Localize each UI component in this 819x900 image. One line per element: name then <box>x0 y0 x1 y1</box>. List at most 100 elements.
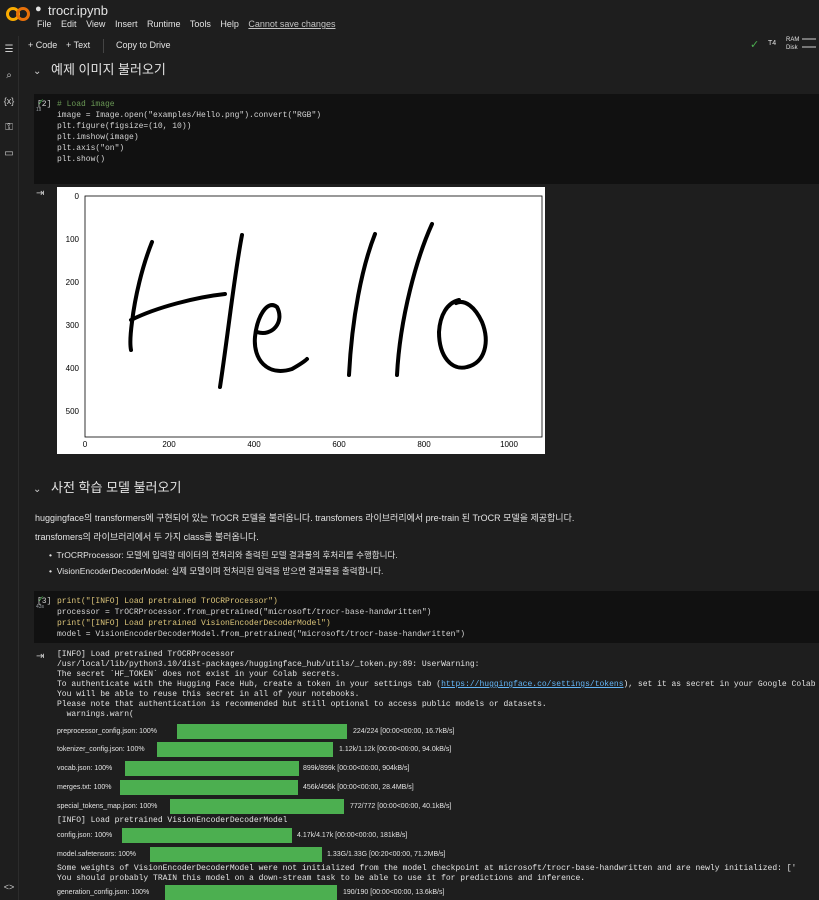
progress-bar-fill <box>165 885 337 900</box>
x-tick-labels: 0 200 400 600 800 1000 <box>83 440 519 449</box>
chevron-down-icon[interactable]: ⌄ <box>33 66 51 77</box>
paragraph-1: huggingface의 transformers에 구현되어 있는 TrOCR… <box>35 513 575 523</box>
left-sidebar: ☰ ⌕ {x} ⚿ ▭ <> <box>0 36 19 900</box>
code-line: print("[INFO] Load pretrained TrOCRProce… <box>57 597 278 606</box>
output-line: You should probably TRAIN this model on … <box>57 874 586 883</box>
x-tick: 800 <box>417 440 431 449</box>
output-line: Some weights of VisionEncoderDecoderMode… <box>57 864 797 873</box>
section-heading-2[interactable]: ⌄ 사전 학습 모델 불러오기 <box>33 477 181 496</box>
app-header: ● trocr.ipynb File Edit View Insert Runt… <box>0 0 819 34</box>
code-line: model = VisionEncoderDecoderModel.from_p… <box>57 630 466 639</box>
menu-edit[interactable]: Edit <box>61 19 77 29</box>
output-toggle-icon[interactable]: ⇥ <box>36 188 44 199</box>
cell-3-code[interactable]: print("[INFO] Load pretrained TrOCRProce… <box>57 596 465 640</box>
files-folder-icon[interactable]: ▭ <box>3 148 15 160</box>
output-line: [INFO] Load pretrained TrOCRProcessor <box>57 650 235 659</box>
hf-tokens-link[interactable]: https://huggingface.co/settings/tokens <box>441 680 623 689</box>
plot-axes-frame <box>84 195 543 438</box>
menu-insert[interactable]: Insert <box>115 19 138 29</box>
menu-runtime[interactable]: Runtime <box>147 19 181 29</box>
runtime-type[interactable]: T4 <box>768 40 776 47</box>
progress-config-json: config.json: 100% 4.17k/4.17k [00:00<00:… <box>57 828 757 843</box>
x-tick: 1000 <box>500 440 518 449</box>
y-tick: 400 <box>66 364 80 373</box>
add-code-button[interactable]: + Code <box>28 40 57 50</box>
menu-view[interactable]: View <box>86 19 105 29</box>
progress-bar-fill <box>177 724 347 739</box>
code-cell-2[interactable]: ✓ 1s [2] # Load image image = Image.open(… <box>34 94 819 184</box>
resource-monitor[interactable]: RAM Disk <box>786 36 799 52</box>
progress-bar-fill <box>170 799 344 814</box>
colab-logo-icon[interactable] <box>6 6 30 22</box>
code-line: print("[INFO] Load pretrained VisionEnco… <box>57 619 331 628</box>
table-of-contents-icon[interactable]: ☰ <box>3 44 15 56</box>
progress-bar-fill <box>125 761 299 776</box>
progress-bar-fill <box>120 780 298 795</box>
y-tick: 300 <box>66 321 80 330</box>
code-snippets-icon[interactable]: <> <box>3 882 15 894</box>
toolbar-divider <box>103 39 104 53</box>
paragraph-2: transfomers의 라이브러리에서 두 가지 class를 불러옵니다. <box>35 532 259 542</box>
progress-special-tokens: special_tokens_map.json: 100% 772/772 [0… <box>57 799 757 814</box>
menu-help[interactable]: Help <box>220 19 239 29</box>
menu-tools[interactable]: Tools <box>190 19 211 29</box>
copy-to-drive-button[interactable]: Copy to Drive <box>116 40 171 50</box>
menu-bar: File Edit View Insert Runtime Tools Help… <box>37 19 342 29</box>
connected-check-icon: ✓ <box>750 39 760 51</box>
y-tick: 0 <box>75 192 80 201</box>
x-tick: 400 <box>247 440 261 449</box>
output-line: You will be able to reuse this secret in… <box>57 690 360 699</box>
code-line: processor = TrOCRProcessor.from_pretrain… <box>57 608 432 617</box>
progress-tokenizer-config: tokenizer_config.json: 100% 1.12k/1.12k … <box>57 742 757 757</box>
github-icon: ● <box>35 3 42 15</box>
section-heading-1[interactable]: ⌄ 예제 이미지 불러오기 <box>33 59 166 78</box>
cell-3-output-text-2: Some weights of VisionEncoderDecoderMode… <box>57 864 819 884</box>
y-tick: 100 <box>66 235 80 244</box>
bullet-visionencoderdecoder: • VisionEncoderDecoderModel: 실제 모델이며 전처리… <box>49 566 384 576</box>
code-line: plt.axis("on") <box>57 144 125 153</box>
output-line: /usr/local/lib/python3.10/dist-packages/… <box>57 660 480 669</box>
output-line: [INFO] Load pretrained VisionEncoderDeco… <box>57 816 288 825</box>
code-cell-3[interactable]: ✓ 43s [3] print("[INFO] Load pretrained … <box>34 591 819 643</box>
cell-3-output-text: [INFO] Load pretrained TrOCRProcessor/us… <box>57 650 819 720</box>
image-plot: 0 200 400 600 800 1000 0 100 200 300 400… <box>57 187 545 454</box>
x-tick: 0 <box>83 440 88 449</box>
menu-file[interactable]: File <box>37 19 52 29</box>
progress-generation-config: generation_config.json: 100% 190/190 [00… <box>57 885 757 900</box>
code-line: image = Image.open("examples/Hello.png")… <box>57 111 322 120</box>
output-toggle-icon[interactable]: ⇥ <box>36 651 44 662</box>
y-tick-labels: 0 100 200 300 400 500 <box>66 192 80 416</box>
cell-3-exec-count: [3] <box>37 597 52 606</box>
secrets-key-icon[interactable]: ⚿ <box>3 122 15 134</box>
progress-vocab-json: vocab.json: 100% 899k/899k [00:00<00:00,… <box>57 761 757 776</box>
code-line: plt.figure(figsize=(10, 10)) <box>57 122 192 131</box>
bullet-trocrprocessor: • TrOCRProcessor: 모델에 입력할 데이터의 전처리와 출력된 … <box>49 550 398 560</box>
search-icon[interactable]: ⌕ <box>3 70 15 82</box>
y-tick: 500 <box>66 407 80 416</box>
code-line: plt.imshow(image) <box>57 133 139 142</box>
x-tick: 200 <box>162 440 176 449</box>
variables-icon[interactable]: {x} <box>3 96 15 108</box>
ram-bar <box>802 38 816 40</box>
progress-merges-txt: merges.txt: 100% 456k/456k [00:00<00:00,… <box>57 780 757 795</box>
x-tick: 600 <box>332 440 346 449</box>
hello-plot-svg: 0 200 400 600 800 1000 0 100 200 300 400… <box>66 192 543 449</box>
notebook-title[interactable]: trocr.ipynb <box>48 3 108 18</box>
code-line: plt.show() <box>57 155 106 164</box>
progress-bar-fill <box>157 742 333 757</box>
output-line: To authenticate with the Hugging Face Hu… <box>57 680 816 689</box>
cell-2-code[interactable]: # Load image image = Image.open("examples… <box>57 99 321 165</box>
notebook-main: ⌄ 예제 이미지 불러오기 ✓ 1s [2] # Load image image … <box>19 56 819 900</box>
toolbar: + Code + Text Copy to Drive <box>0 36 819 56</box>
output-line: The secret `HF_TOKEN` does not exist in … <box>57 670 341 679</box>
progress-model-safetensors: model.safetensors: 100% 1.33G/1.33G [00:… <box>57 847 757 862</box>
output-line: Please note that authentication is recom… <box>57 700 547 709</box>
progress-bar-fill <box>122 828 292 843</box>
progress-bar-fill <box>150 847 322 862</box>
ram-label: RAM <box>786 37 800 43</box>
add-text-button[interactable]: + Text <box>66 40 90 50</box>
disk-label: Disk <box>786 45 798 51</box>
chevron-down-icon[interactable]: ⌄ <box>33 484 51 495</box>
cell-2-exec-count: [2] <box>37 100 52 109</box>
cannot-save-warning[interactable]: Cannot save changes <box>248 19 335 29</box>
